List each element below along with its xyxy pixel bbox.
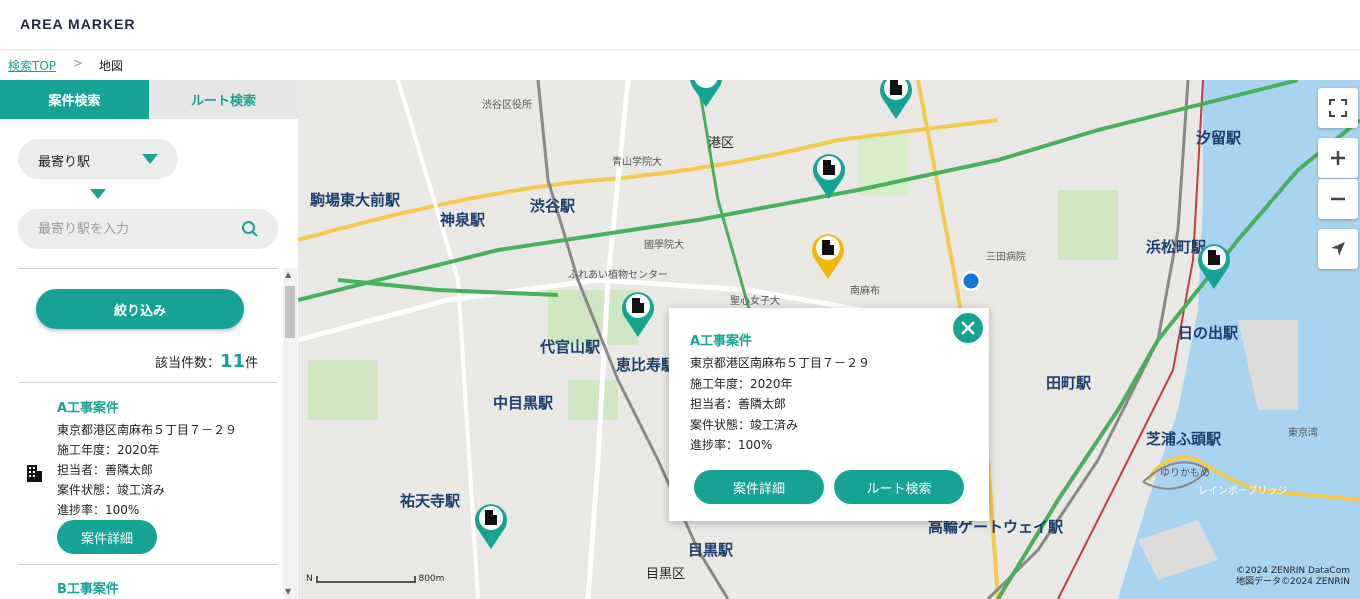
- map-copyright: ©2024 ZENRIN DataCom 地図データ©2024 ZENRIN: [1236, 566, 1350, 587]
- card-person: 担当者：善隣太郎: [57, 463, 154, 477]
- zoom-out-button[interactable]: [1318, 179, 1358, 219]
- app-header: AREA MARKER: [0, 0, 1360, 50]
- breadcrumb-separator: >: [73, 56, 84, 70]
- station-label[interactable]: 神泉駅: [440, 209, 485, 230]
- building-map-pin[interactable]: [473, 500, 509, 550]
- building-map-pin[interactable]: [1196, 240, 1232, 290]
- logo[interactable]: AREA MARKER: [20, 16, 135, 32]
- poi-label: 聖心女子大: [730, 296, 780, 307]
- station-label[interactable]: 日の出駅: [1178, 322, 1238, 343]
- popup-year: 施工年度：2020年: [690, 377, 793, 391]
- area-label: 目黒区: [646, 567, 686, 582]
- card-title[interactable]: B工事案件: [57, 578, 119, 597]
- station-label[interactable]: 恵比寿駅: [616, 354, 676, 375]
- close-icon: [961, 321, 975, 335]
- result-count: 該当件数：11件: [155, 351, 259, 372]
- popup-detail-button[interactable]: 案件詳細: [694, 470, 824, 504]
- poi-label: 東京湾: [1288, 428, 1318, 439]
- tab-route-search[interactable]: ルート検索: [149, 80, 298, 119]
- info-popup: A工事案件 東京都港区南麻布５丁目７－２９ 施工年度：2020年 担当者：善隣太…: [669, 308, 989, 521]
- building-map-pin[interactable]: [811, 150, 847, 200]
- station-search-input[interactable]: [18, 209, 278, 249]
- station-label[interactable]: 芝浦ふ頭駅: [1146, 428, 1221, 449]
- north-indicator: N: [306, 574, 313, 584]
- popup-title: A工事案件: [690, 334, 753, 349]
- popup-status: 案件状態：竣工済み: [690, 418, 799, 432]
- card-year: 施工年度：2020年: [57, 443, 160, 457]
- map-canvas[interactable]: 駒場東大前駅 神泉駅 渋谷駅 代官山駅 恵比寿駅 中目黒駅 祐天寺駅 目黒駅 浜…: [298, 80, 1360, 599]
- poi-label: レインボーブリッジ: [1198, 486, 1288, 497]
- scale-label: 800m: [418, 574, 445, 584]
- close-button[interactable]: [953, 313, 983, 343]
- poi-label: ゆりかもめ: [1160, 468, 1210, 479]
- building-map-pin[interactable]: [810, 230, 846, 280]
- station-label[interactable]: 代官山駅: [540, 336, 600, 357]
- current-location-dot: [961, 271, 981, 291]
- popup-progress: 進捗率：100%: [690, 438, 773, 452]
- area-label: 港区: [708, 136, 735, 151]
- sidebar: 案件検索 ルート検索 最寄り駅 絞り込み 該当件数：11件 A工事案件 東京都港…: [0, 80, 298, 599]
- breadcrumb-current: 地図: [99, 59, 124, 73]
- building-map-pin[interactable]: [620, 288, 656, 338]
- station-label[interactable]: 渋谷駅: [530, 195, 575, 216]
- plus-icon: [1331, 151, 1345, 165]
- minus-icon: [1331, 197, 1345, 201]
- building-icon: [27, 465, 42, 482]
- arrow-down-icon: [90, 189, 106, 199]
- card-progress: 進捗率：100%: [57, 503, 140, 517]
- chevron-down-icon[interactable]: [142, 154, 158, 164]
- fullscreen-icon: [1329, 99, 1347, 117]
- poi-label: 三田病院: [986, 252, 1026, 263]
- divider: [18, 268, 278, 269]
- station-label[interactable]: 駒場東大前駅: [310, 189, 400, 210]
- card-address: 東京都港区南麻布５丁目７－２９: [57, 423, 238, 437]
- sidebar-scrollbar[interactable]: ▲ ▼: [283, 268, 297, 599]
- search-icon[interactable]: [241, 220, 259, 238]
- breadcrumb-top-link[interactable]: 検索TOP: [8, 57, 56, 74]
- popup-route-button[interactable]: ルート検索: [834, 470, 964, 504]
- filter-button[interactable]: 絞り込み: [36, 289, 244, 329]
- zoom-in-button[interactable]: [1318, 138, 1358, 178]
- scrollbar-thumb[interactable]: [285, 286, 295, 338]
- card-status: 案件状態：竣工済み: [57, 483, 166, 497]
- building-map-pin[interactable]: [688, 80, 724, 108]
- popup-person: 担当者：善隣太郎: [690, 397, 787, 411]
- building-map-pin[interactable]: [878, 80, 914, 120]
- station-label[interactable]: 祐天寺駅: [400, 490, 460, 511]
- card-title[interactable]: A工事案件: [57, 397, 119, 416]
- area-label: 南麻布: [850, 286, 880, 297]
- result-count-value: 11: [220, 351, 246, 372]
- navigation-arrow-icon: [1331, 242, 1345, 256]
- divider: [18, 564, 278, 565]
- popup-address: 東京都港区南麻布５丁目７－２９: [690, 356, 871, 370]
- fullscreen-button[interactable]: [1318, 88, 1358, 128]
- poi-label: 青山学院大: [612, 157, 662, 168]
- poi-label: 國學院大: [644, 240, 684, 251]
- map-scale: N 800m: [306, 574, 444, 584]
- poi-label: ふれあい植物センター: [568, 270, 668, 281]
- station-label[interactable]: 汐留駅: [1196, 127, 1241, 148]
- poi-label: 渋谷区役所: [482, 100, 532, 111]
- station-label[interactable]: 中目黒駅: [493, 392, 553, 413]
- tab-project-search[interactable]: 案件検索: [0, 80, 149, 119]
- station-label[interactable]: 目黒駅: [688, 539, 733, 560]
- card-detail-button[interactable]: 案件詳細: [57, 520, 157, 554]
- search-type-value: 最寄り駅: [38, 155, 91, 170]
- divider: [18, 382, 278, 383]
- station-label[interactable]: 田町駅: [1046, 372, 1091, 393]
- breadcrumb: 検索TOP > 地図: [0, 51, 1360, 80]
- locate-me-button[interactable]: [1318, 229, 1358, 269]
